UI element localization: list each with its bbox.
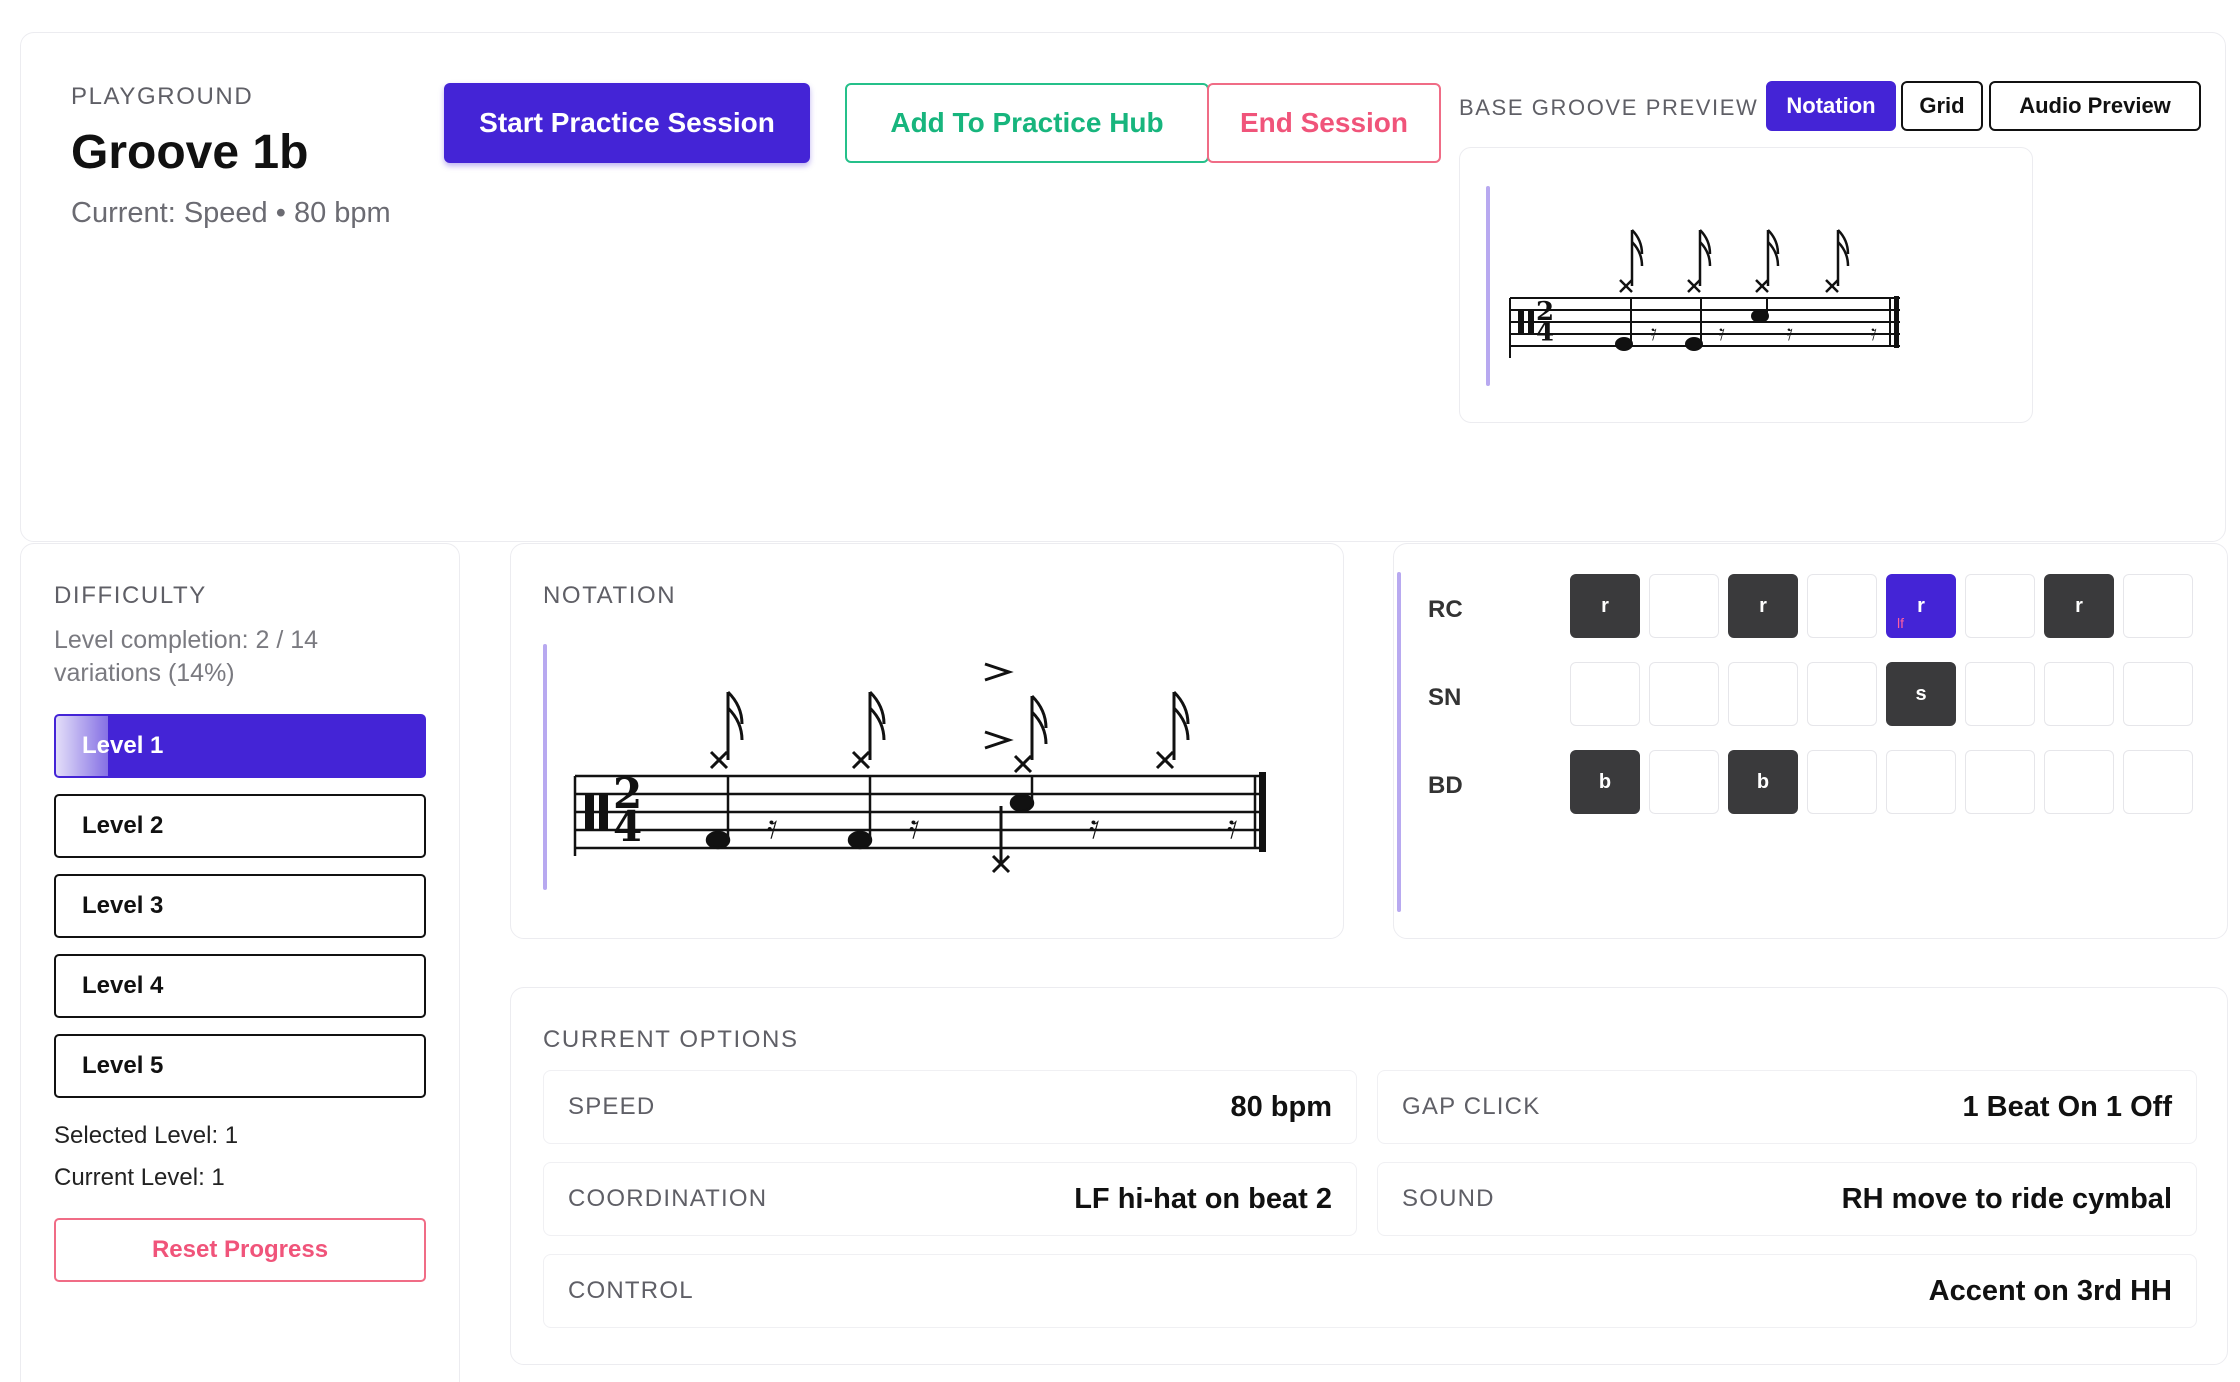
base-groove-preview-label: BASE GROOVE PREVIEW <box>1459 95 1759 120</box>
grid-cell-bd-8[interactable] <box>2123 750 2193 814</box>
grid-cell-rc-3[interactable]: r <box>1728 574 1798 638</box>
option-value: Accent on 3rd HH <box>1928 1274 2172 1307</box>
grid-cell-rc-1[interactable]: r <box>1570 574 1640 638</box>
level-4-button[interactable]: Level 4 <box>54 954 426 1018</box>
grid-cell-label: r <box>2075 594 2083 617</box>
level-label: Level 2 <box>82 812 164 839</box>
grid-cell-rc-8[interactable] <box>2123 574 2193 638</box>
notation-staff: 24 𝄿 𝄿 𝄿 𝄿 <box>543 644 1266 890</box>
level-5-button[interactable]: Level 5 <box>54 1034 426 1098</box>
grid-cell-bd-3[interactable]: b <box>1728 750 1798 814</box>
grid-cell-sn-7[interactable] <box>2044 662 2114 726</box>
option-speed: SPEED 80 bpm <box>543 1070 1357 1144</box>
option-value: RH move to ride cymbal <box>1841 1182 2172 1215</box>
grid-cell-label: r <box>1759 594 1767 617</box>
notation-time-signature: 24 <box>613 769 642 851</box>
grid-cell-bd-1[interactable]: b <box>1570 750 1640 814</box>
end-session-button[interactable]: End Session <box>1207 83 1441 163</box>
grid-cell-label: r <box>1917 594 1925 617</box>
grid-cell-rc-2[interactable] <box>1649 574 1719 638</box>
current-status: Current: Speed • 80 bpm <box>71 197 391 229</box>
level-1-button[interactable]: Level 1 <box>54 714 426 778</box>
grid-accent-bar <box>1397 572 1401 912</box>
grid-cell-sn-2[interactable] <box>1649 662 1719 726</box>
difficulty-label: DIFFICULTY <box>54 582 207 609</box>
option-key: GAP CLICK <box>1402 1093 1541 1120</box>
option-control: CONTROL Accent on 3rd HH <box>543 1254 2197 1328</box>
level-completion: Level completion: 2 / 14 variations (14%… <box>54 626 319 687</box>
row-label-rc: RC <box>1428 596 1463 623</box>
grid-cell-bd-7[interactable] <box>2044 750 2114 814</box>
grid-cell-bd-2[interactable] <box>1649 750 1719 814</box>
option-value: 80 bpm <box>1230 1090 1332 1123</box>
session-header-card: PLAYGROUND Groove 1b Current: Speed • 80… <box>20 32 2226 542</box>
option-key: COORDINATION <box>568 1185 768 1212</box>
preview-mode-grid[interactable]: Grid <box>1901 81 1983 131</box>
option-gap-click: GAP CLICK 1 Beat On 1 Off <box>1377 1070 2197 1144</box>
playground-label: PLAYGROUND <box>71 83 254 110</box>
grid-cell-label: b <box>1756 770 1770 793</box>
option-value: 1 Beat On 1 Off <box>1962 1090 2173 1123</box>
difficulty-panel: DIFFICULTY Level completion: 2 / 14 vari… <box>20 543 460 1382</box>
preview-mode-audio[interactable]: Audio Preview <box>1989 81 2201 131</box>
level-label: Level 1 <box>82 732 164 759</box>
option-key: SOUND <box>1402 1185 1495 1212</box>
grid-cell-label: b <box>1598 770 1612 793</box>
current-options-panel: CURRENT OPTIONS SPEED 80 bpm GAP CLICK 1… <box>510 987 2228 1365</box>
row-label-sn: SN <box>1428 684 1462 711</box>
grid-cell-label: s <box>1915 682 1927 705</box>
preview-mode-notation[interactable]: Notation <box>1766 81 1896 131</box>
svg-text:𝄿: 𝄿 <box>1227 807 1237 847</box>
row-label-bd: BD <box>1428 772 1463 799</box>
level-label: Level 5 <box>82 1052 164 1079</box>
preview-staff: 24 𝄿 𝄿 𝄿 𝄿 <box>1486 186 1900 386</box>
option-coordination: COORDINATION LF hi-hat on beat 2 <box>543 1162 1357 1236</box>
grid-cell-sn-4[interactable] <box>1807 662 1877 726</box>
reset-progress-button[interactable]: Reset Progress <box>54 1218 426 1282</box>
preview-time-top: 24 <box>1536 297 1554 347</box>
svg-text:𝄿: 𝄿 <box>1089 807 1099 847</box>
notation-panel: NOTATION 24 𝄿 𝄿 𝄿 𝄿 <box>510 543 1344 939</box>
groove-grid-panel: RC SN BD r r r lf r s b b <box>1393 543 2228 939</box>
current-level: Current Level: 1 <box>54 1164 225 1191</box>
svg-text:𝄿: 𝄿 <box>1718 321 1725 346</box>
current-options-label: CURRENT OPTIONS <box>543 1026 799 1053</box>
option-key: SPEED <box>568 1093 656 1120</box>
level-3-button[interactable]: Level 3 <box>54 874 426 938</box>
grid-cell-sn-8[interactable] <box>2123 662 2193 726</box>
selected-level: Selected Level: 1 <box>54 1122 239 1149</box>
svg-text:𝄿: 𝄿 <box>1786 321 1793 346</box>
level-label: Level 4 <box>82 972 164 999</box>
grid-cell-sn-5[interactable]: s <box>1886 662 1956 726</box>
svg-text:𝄿: 𝄿 <box>767 807 777 847</box>
grid-cell-sn-3[interactable] <box>1728 662 1798 726</box>
grid-cell-sn-1[interactable] <box>1570 662 1640 726</box>
add-to-practice-hub-button[interactable]: Add To Practice Hub <box>845 83 1209 163</box>
grid-cell-bd-5[interactable] <box>1886 750 1956 814</box>
grid-cell-rc-7[interactable]: r <box>2044 574 2114 638</box>
grid-cell-rc-4[interactable] <box>1807 574 1877 638</box>
svg-text:𝄿: 𝄿 <box>1650 321 1657 346</box>
option-value: LF hi-hat on beat 2 <box>1074 1182 1332 1215</box>
option-sound: SOUND RH move to ride cymbal <box>1377 1162 2197 1236</box>
option-key: CONTROL <box>568 1277 694 1304</box>
svg-text:𝄿: 𝄿 <box>1870 321 1877 346</box>
grid-cell-rc-6[interactable] <box>1965 574 2035 638</box>
grid-cell-rc-5[interactable]: r lf <box>1886 574 1956 638</box>
base-groove-preview: 24 𝄿 𝄿 𝄿 𝄿 <box>1459 147 2033 423</box>
start-practice-session-button[interactable]: Start Practice Session <box>444 83 810 163</box>
grid-cell-bd-4[interactable] <box>1807 750 1877 814</box>
grid-cell-bd-6[interactable] <box>1965 750 2035 814</box>
groove-title: Groove 1b <box>71 126 309 179</box>
level-2-button[interactable]: Level 2 <box>54 794 426 858</box>
svg-text:𝄿: 𝄿 <box>909 807 919 847</box>
grid-cell-sn-6[interactable] <box>1965 662 2035 726</box>
grid-cell-sublabel: lf <box>1897 615 1904 631</box>
level-label: Level 3 <box>82 892 164 919</box>
grid-cell-label: r <box>1601 594 1609 617</box>
